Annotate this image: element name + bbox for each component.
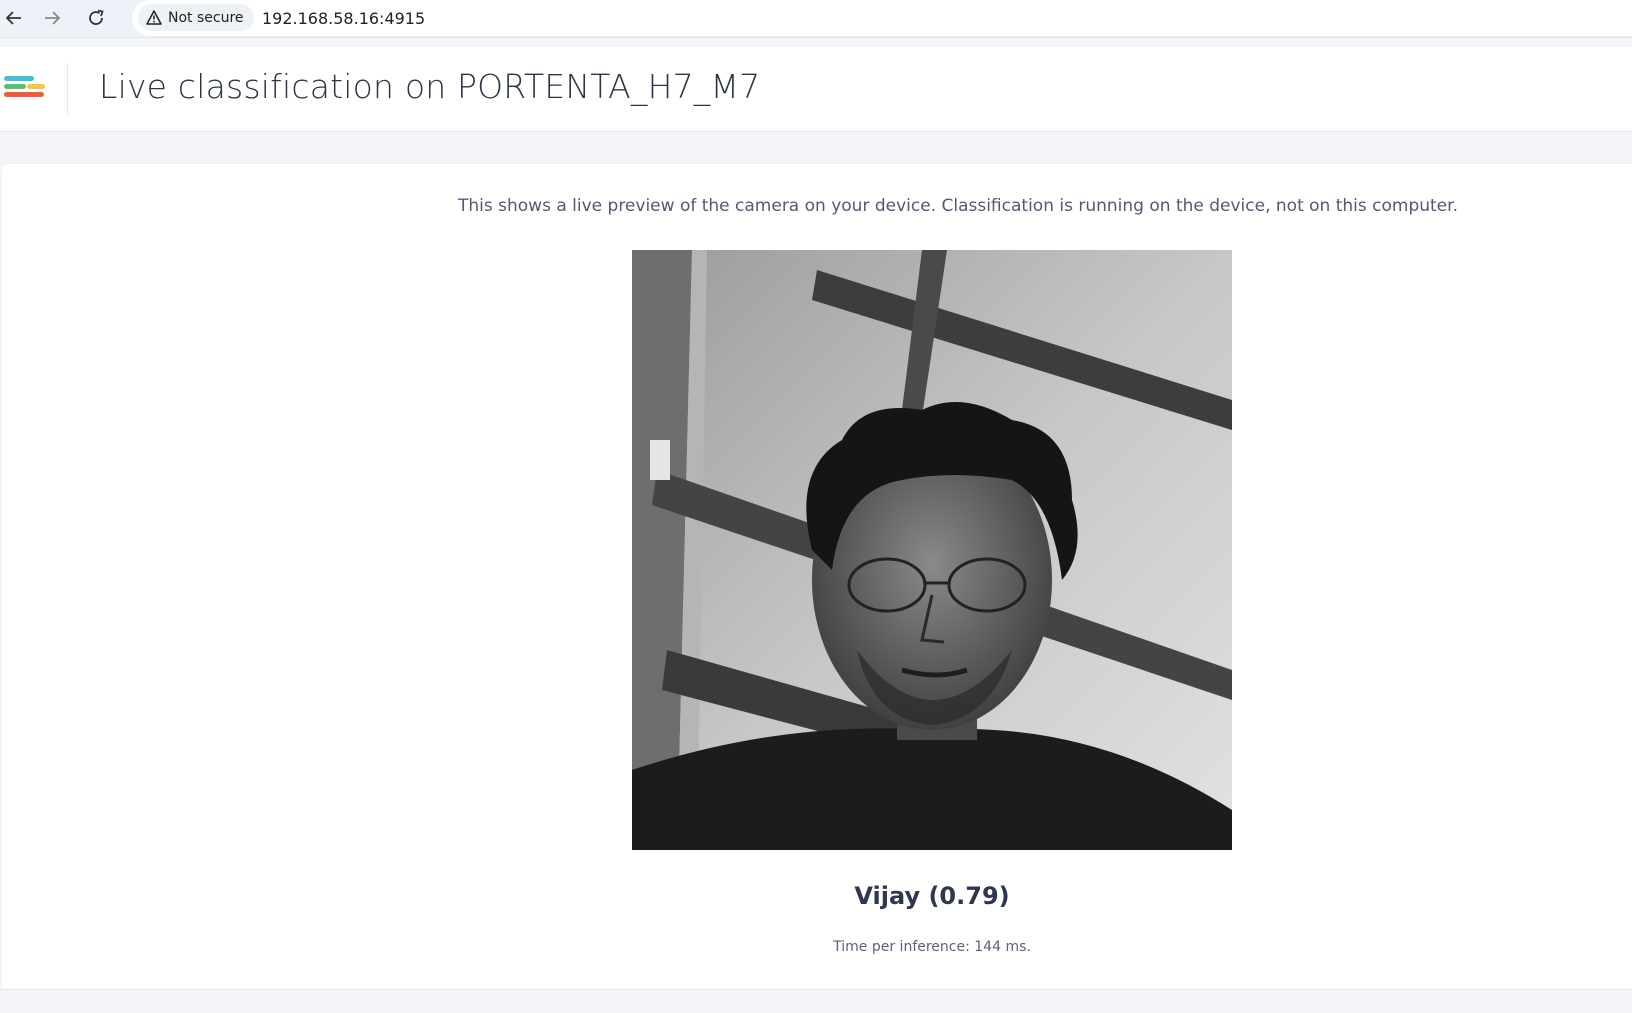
live-preview-card: This shows a live preview of the camera … [2, 163, 1632, 990]
warning-triangle-icon [146, 10, 162, 25]
back-arrow-icon [5, 11, 21, 25]
inference-time: Time per inference: 144 ms. [833, 939, 1031, 955]
page-title: Live classification on PORTENTA_H7_M7 [99, 67, 761, 106]
security-chip[interactable]: Not secure [138, 4, 254, 31]
camera-preview-image [632, 250, 1232, 850]
camera-frame-graphic [632, 250, 1232, 850]
reload-button[interactable] [82, 4, 110, 32]
browser-toolbar: Not secure 192.168.58.16:4915 [0, 0, 1632, 38]
url-text[interactable]: 192.168.58.16:4915 [262, 9, 425, 28]
forward-button[interactable] [38, 4, 66, 32]
address-bar[interactable]: Not secure 192.168.58.16:4915 [132, 0, 1632, 36]
classification-result: Vijay (0.79) [854, 882, 1010, 910]
bottom-strip [0, 989, 1632, 1013]
edge-impulse-logo[interactable] [4, 73, 46, 105]
back-button[interactable] [0, 4, 28, 32]
preview-description: This shows a live preview of the camera … [458, 196, 1458, 216]
header-divider [67, 63, 68, 115]
reload-icon [89, 9, 104, 25]
forward-arrow-icon [45, 11, 61, 25]
app-header: Live classification on PORTENTA_H7_M7 [0, 47, 1632, 132]
security-label: Not secure [168, 9, 244, 26]
